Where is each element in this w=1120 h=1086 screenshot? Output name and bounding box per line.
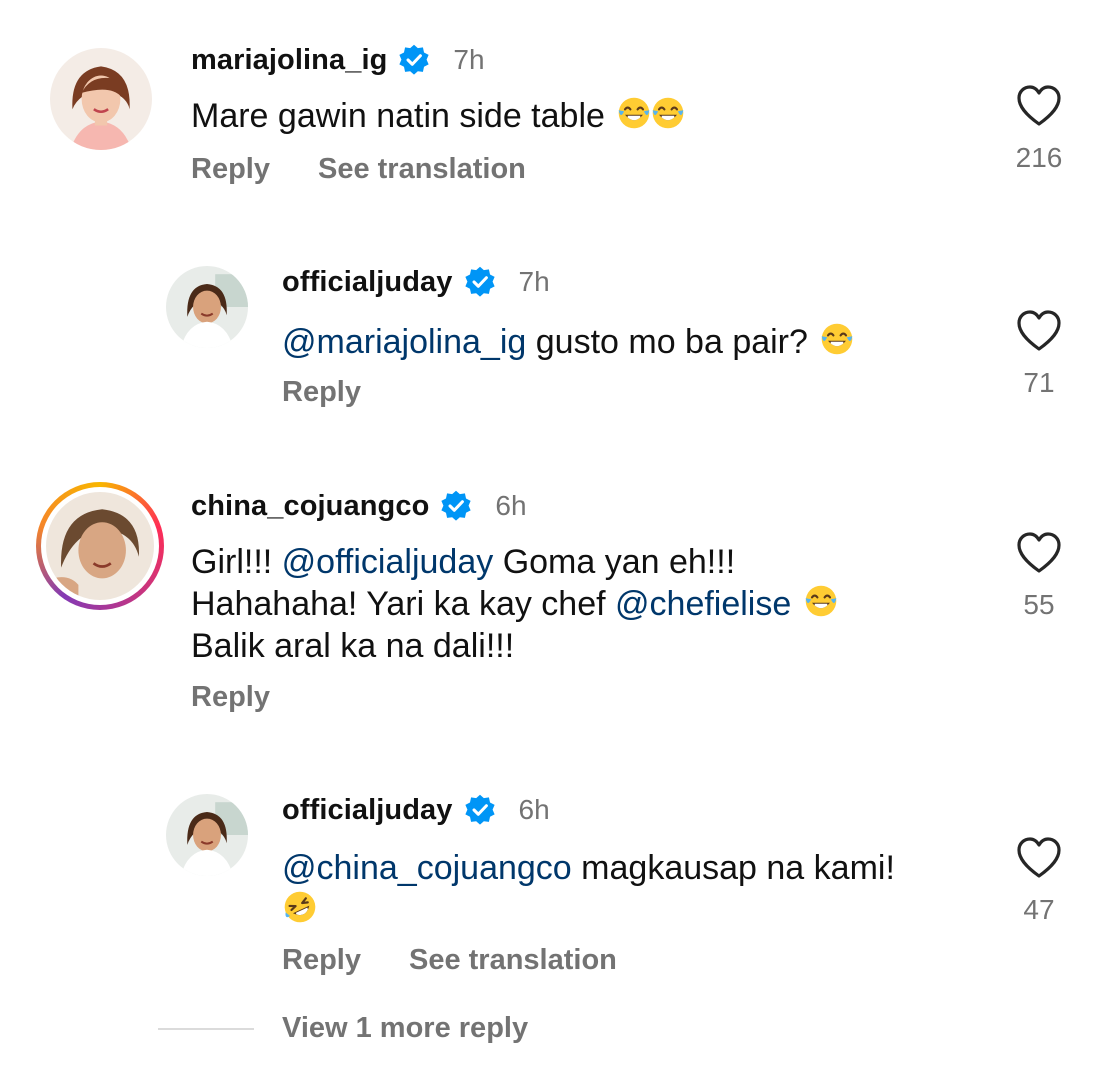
- verified-badge-icon: [464, 266, 495, 297]
- story-ring[interactable]: [36, 482, 164, 610]
- comment-username[interactable]: mariajolina_ig: [191, 44, 387, 77]
- comment-text-line-1: Girl!!! @officialjuday Goma yan eh!!!: [191, 540, 735, 584]
- comment-text-line-3: Balik aral ka na dali!!!: [191, 624, 514, 668]
- like-count: 55: [1023, 589, 1055, 620]
- comment-username[interactable]: officialjuday: [282, 266, 453, 299]
- laughing-tears-emoji: [822, 323, 853, 355]
- heart-icon[interactable]: [1015, 836, 1063, 880]
- verified-badge-icon: [464, 794, 495, 825]
- divider-line: [158, 1027, 254, 1030]
- avatar[interactable]: [50, 48, 152, 150]
- avatar[interactable]: [166, 266, 248, 348]
- view-more-replies-label[interactable]: View 1 more reply: [282, 1012, 528, 1045]
- avatar-image: [50, 48, 152, 150]
- comment-text: Mare gawin natin side table: [191, 94, 686, 138]
- mention-link[interactable]: @mariajolina_ig: [282, 323, 526, 361]
- comment-text-body: gusto mo ba pair?: [535, 323, 808, 361]
- mention-link[interactable]: @chefielise: [615, 585, 791, 623]
- comment-timestamp[interactable]: 7h: [453, 44, 484, 76]
- avatar-image: [166, 794, 248, 876]
- heart-icon[interactable]: [1015, 309, 1063, 353]
- comment-text-body: Balik aral ka na dali!!!: [191, 627, 515, 665]
- comment-timestamp[interactable]: 6h: [495, 490, 526, 522]
- comment-username[interactable]: china_cojuangco: [191, 490, 429, 523]
- comment-text-line-2: Hahahaha! Yari ka kay chef @chefielise: [191, 582, 839, 626]
- heart-icon[interactable]: [1015, 84, 1063, 128]
- comment-username[interactable]: officialjuday: [282, 794, 453, 827]
- reply-button[interactable]: Reply: [191, 681, 270, 714]
- laughing-tears-emoji: [653, 97, 684, 129]
- like-count: 216: [1015, 142, 1063, 173]
- comment-text-body: Mare gawin natin side table: [191, 97, 605, 135]
- see-translation-button[interactable]: See translation: [318, 153, 526, 186]
- like-count: 71: [1023, 367, 1055, 398]
- reply-button[interactable]: Reply: [191, 153, 270, 186]
- rolling-laughing-emoji: [284, 891, 316, 923]
- mention-link[interactable]: @china_cojuangco: [282, 849, 572, 887]
- avatar[interactable]: [166, 794, 248, 876]
- comment-text-body: Girl!!!: [191, 543, 273, 581]
- reply-button[interactable]: Reply: [282, 944, 361, 977]
- verified-badge-icon: [441, 490, 472, 521]
- avatar-image: [166, 266, 248, 348]
- see-translation-button[interactable]: See translation: [409, 944, 617, 977]
- comment-timestamp[interactable]: 6h: [519, 794, 550, 826]
- view-more-replies[interactable]: View 1 more reply: [158, 1012, 528, 1045]
- comment-text-body: Goma yan eh!!!: [502, 543, 736, 581]
- comment-text: @mariajolina_ig gusto mo ba pair?: [282, 320, 855, 364]
- laughing-tears-emoji: [619, 97, 650, 129]
- verified-badge-icon: [399, 44, 430, 75]
- laughing-tears-emoji: [805, 585, 837, 617]
- like-count: 47: [1023, 894, 1055, 925]
- avatar: [46, 492, 154, 600]
- heart-icon[interactable]: [1015, 531, 1063, 575]
- comment-text-line-2: [282, 888, 318, 932]
- mention-link[interactable]: @officialjuday: [282, 543, 494, 581]
- avatar-image: [46, 492, 154, 600]
- comment-timestamp[interactable]: 7h: [519, 266, 550, 298]
- reply-button[interactable]: Reply: [282, 376, 361, 409]
- comment-text: @china_cojuangco magkausap na kami!: [282, 846, 895, 890]
- comment-text-body: magkausap na kami!: [581, 849, 895, 887]
- comment-text-body: Hahahaha! Yari ka kay chef: [191, 585, 606, 623]
